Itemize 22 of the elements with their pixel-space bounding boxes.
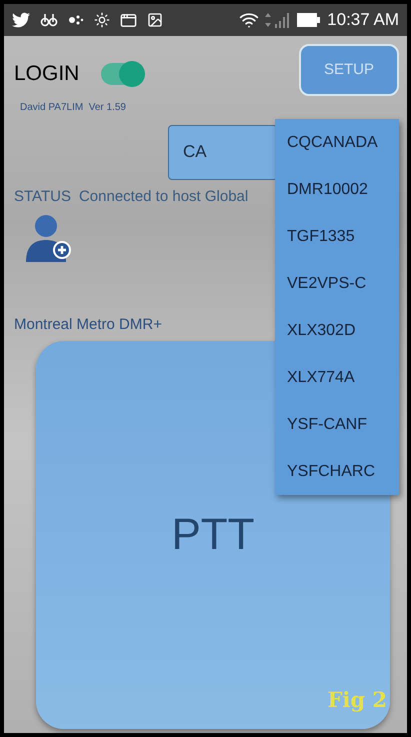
battery-icon [297,13,322,27]
ca-select[interactable]: CA [168,124,278,180]
status-text: Connected to host Global [78,186,248,206]
dropdown-item[interactable]: TGF1335 [275,213,399,260]
dots-icon [68,13,84,27]
add-user-icon[interactable] [24,212,74,264]
dropdown-item[interactable]: VE2VPS-C [275,260,399,307]
voicemail-icon [40,13,58,27]
login-label: LOGIN [14,61,80,87]
figure-label: Fig 2 [328,686,387,714]
window-icon [120,12,137,28]
dropdown-item[interactable]: CQCANADA [275,119,399,166]
status-label: STATUS [14,186,71,206]
clock-time: 10:37 AM [327,9,399,32]
login-switch[interactable] [101,62,144,85]
signal-icon [265,11,292,29]
image-icon [147,12,163,28]
dropdown-item[interactable]: DMR10002 [275,166,399,213]
sun-icon [94,12,110,28]
bird-icon [12,11,30,29]
room-name: Montreal Metro DMR+ [14,315,162,335]
version-text: David PA7LIM Ver 1.59 [20,100,127,114]
